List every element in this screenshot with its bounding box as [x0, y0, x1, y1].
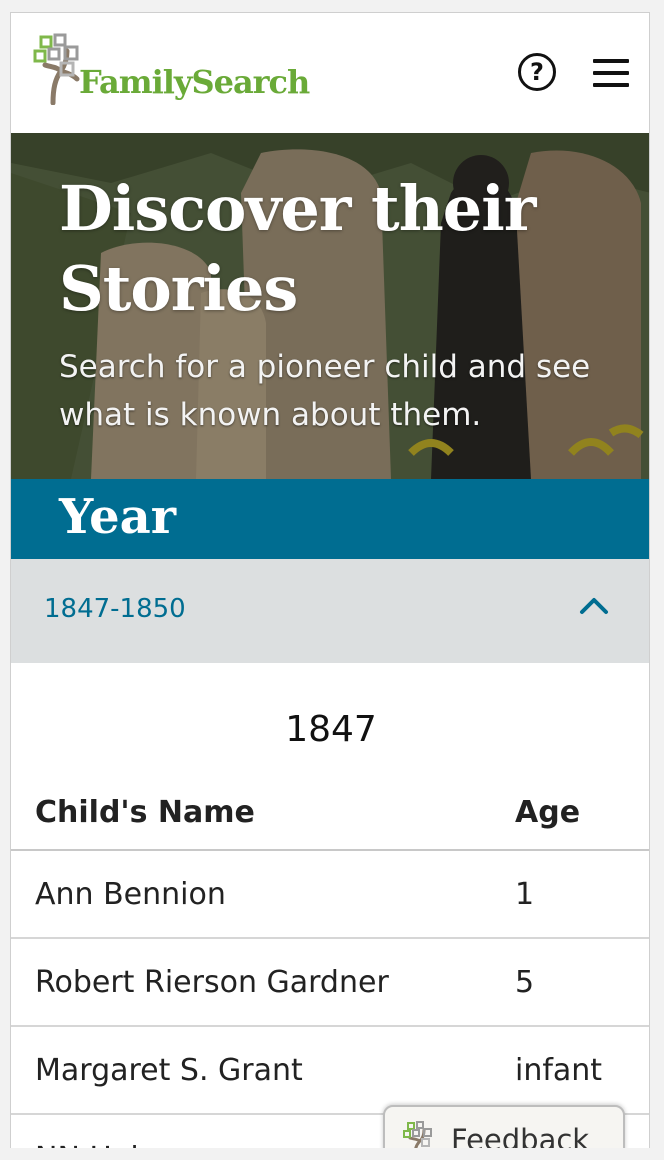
year-section-header: Year — [11, 479, 649, 559]
familysearch-tree-icon — [33, 33, 80, 105]
year-range-accordion[interactable]: 1847-1850 — [11, 559, 649, 663]
child-name[interactable]: Margaret S. Grant — [11, 1026, 515, 1115]
table-header-row: Child's Name Age — [11, 775, 649, 851]
site-header: FamilySearch ? — [11, 13, 649, 133]
hamburger-menu-icon[interactable] — [593, 59, 629, 87]
child-name[interactable]: Ann Bennion — [11, 850, 515, 939]
table-row[interactable]: Robert Rierson Gardner 5 — [11, 938, 649, 1027]
table-row[interactable]: Margaret S. Grant infant — [11, 1026, 649, 1115]
feedback-button[interactable]: Feedback — [383, 1105, 625, 1148]
feedback-label: Feedback — [451, 1123, 590, 1148]
hero-banner: Discover their Stories Search for a pion… — [11, 133, 649, 479]
menu-line — [593, 71, 629, 75]
menu-line — [593, 59, 629, 63]
chevron-up-icon — [580, 598, 608, 614]
hero-subtitle: Search for a pioneer child and see what … — [59, 349, 591, 433]
child-age: infant — [515, 1026, 649, 1115]
child-age: 1 — [515, 850, 649, 939]
child-name[interactable]: Robert Rierson Gardner — [11, 938, 515, 1027]
familysearch-tree-icon — [403, 1121, 432, 1148]
familysearch-logo[interactable]: FamilySearch — [33, 33, 310, 105]
table-row[interactable]: Ann Bennion 1 — [11, 850, 649, 939]
year-heading: 1847 — [285, 709, 377, 750]
column-header-name: Child's Name — [11, 775, 515, 851]
child-age: 5 — [515, 938, 649, 1027]
logo-wordmark: FamilySearch — [79, 63, 310, 101]
hero-title: Discover their Stories — [59, 172, 536, 325]
help-icon[interactable]: ? — [518, 53, 556, 91]
app-frame: FamilySearch ? Discover their Stories Se… — [10, 12, 650, 1148]
accordion-label: 1847-1850 — [44, 594, 186, 624]
year-section-title: Year — [59, 489, 177, 545]
children-table: Child's Name Age Ann Bennion 1 Robert Ri… — [11, 775, 649, 1148]
menu-line — [593, 83, 629, 87]
column-header-age: Age — [515, 775, 649, 851]
